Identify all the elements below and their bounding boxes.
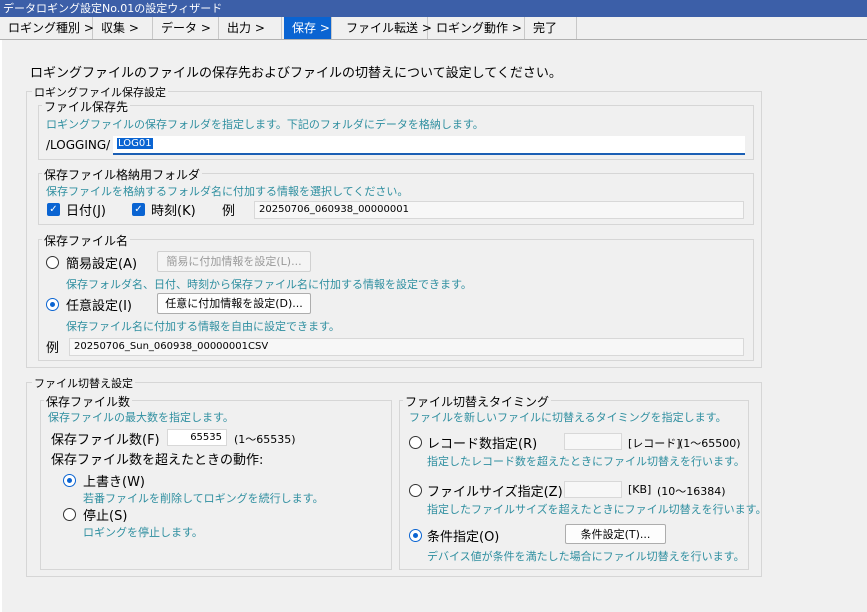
filename-example-field: 20250706_Sun_060938_00000001CSV xyxy=(69,338,744,356)
folder-label: 保存ファイル格納用フォルダ xyxy=(42,166,203,183)
page-heading: ロギングファイルのファイルの保存先およびファイルの切替えについて設定してください… xyxy=(30,66,562,81)
exceed-label: 保存ファイル数を超えたときの動作: xyxy=(51,453,264,468)
custom-radio[interactable] xyxy=(46,298,59,311)
stop-radio[interactable] xyxy=(63,508,76,521)
custom-hint: 保存ファイル名に付加する情報を自由に設定できます。 xyxy=(66,320,340,333)
tab-logging-type[interactable]: ロギング種別 > xyxy=(0,17,94,39)
date-checkbox[interactable]: ✓ xyxy=(47,203,60,216)
count-label: 保存ファイル数 xyxy=(44,393,133,410)
size-radio[interactable] xyxy=(409,484,422,497)
count-hint: 保存ファイルの最大数を指定します。 xyxy=(48,411,234,424)
folder-hint: 保存ファイルを格納するフォルダ名に付加する情報を選択してください。 xyxy=(46,185,409,198)
count-field-label: 保存ファイル数(F) xyxy=(51,433,160,448)
condition-settings-button[interactable]: 条件設定(T)... xyxy=(565,524,666,544)
filename-example-label: 例 xyxy=(46,341,60,356)
records-unit: [レコード] xyxy=(628,437,681,450)
overwrite-hint: 若番ファイルを削除してロギングを続行します。 xyxy=(83,492,324,505)
tab-file-transfer[interactable]: ファイル転送 > xyxy=(338,17,432,39)
stop-hint: ロギングを停止します。 xyxy=(83,526,203,539)
overwrite-radio[interactable] xyxy=(63,474,76,487)
timing-label: ファイル切替えタイミング xyxy=(403,393,552,410)
time-checkbox[interactable]: ✓ xyxy=(132,203,145,216)
size-label: ファイルサイズ指定(Z) xyxy=(427,485,563,500)
tab-data[interactable]: データ > xyxy=(153,17,219,39)
dest-prefix: /LOGGING/ xyxy=(46,138,111,152)
folder-example-label: 例 xyxy=(222,204,236,219)
timing-hint: ファイルを新しいファイルに切替えるタイミングを指定します。 xyxy=(409,411,727,424)
overwrite-label: 上書き(W) xyxy=(83,475,145,490)
records-radio[interactable] xyxy=(409,436,422,449)
count-range: (1〜65535) xyxy=(234,433,296,446)
stop-label: 停止(S) xyxy=(83,509,128,524)
simple-settings-button[interactable]: 簡易に付加情報を設定(L)... xyxy=(157,251,311,272)
window-title: データロギング設定No.01の設定ウィザード xyxy=(0,0,867,17)
dest-folder-input[interactable]: LOG01 xyxy=(113,136,745,155)
size-range: (10〜16384) xyxy=(657,485,726,498)
tab-finish[interactable]: 完了 xyxy=(525,17,577,39)
switch-settings-label: ファイル切替え設定 xyxy=(32,375,135,391)
size-input[interactable] xyxy=(564,481,622,498)
wizard-tabs: ロギング種別 > 収集 > データ > 出力 > 保存 > ファイル転送 > ロ… xyxy=(0,17,867,40)
records-range: (1〜65500) xyxy=(679,437,741,450)
tab-collection[interactable]: 収集 > xyxy=(93,17,153,39)
dest-folder-value: LOG01 xyxy=(117,138,153,149)
tab-logging-action[interactable]: ロギング動作 > xyxy=(428,17,525,39)
condition-radio[interactable] xyxy=(409,529,422,542)
count-input[interactable]: 65535 xyxy=(167,429,227,446)
simple-radio-label: 簡易設定(A) xyxy=(66,257,138,272)
records-label: レコード数指定(R) xyxy=(427,437,538,452)
condition-hint: デバイス値が条件を満たした場合にファイル切替えを行います。 xyxy=(427,550,745,563)
time-checkbox-label: 時刻(K) xyxy=(151,204,196,219)
size-hint: 指定したファイルサイズを超えたときにファイル切替えを行います。 xyxy=(427,503,767,516)
folder-example-field: 20250706_060938_00000001 xyxy=(254,201,744,219)
checkmark-icon: ✓ xyxy=(134,204,143,215)
condition-label: 条件指定(O) xyxy=(427,530,500,545)
records-input[interactable] xyxy=(564,433,622,450)
dest-hint: ロギングファイルの保存フォルダを指定します。下記のフォルダにデータを格納します。 xyxy=(46,118,484,131)
checkmark-icon: ✓ xyxy=(49,204,58,215)
filename-label: 保存ファイル名 xyxy=(42,232,131,249)
records-hint: 指定したレコード数を超えたときにファイル切替えを行います。 xyxy=(427,455,745,468)
custom-radio-label: 任意設定(I) xyxy=(66,299,132,314)
tab-output[interactable]: 出力 > xyxy=(219,17,282,39)
tab-save[interactable]: 保存 > xyxy=(284,17,332,39)
date-checkbox-label: 日付(J) xyxy=(66,204,106,219)
simple-radio[interactable] xyxy=(46,256,59,269)
simple-hint: 保存フォルダ名、日付、時刻から保存ファイル名に付加する情報を設定できます。 xyxy=(66,278,472,291)
size-unit: [KB] xyxy=(628,483,652,496)
left-edge xyxy=(0,40,2,612)
custom-settings-button[interactable]: 任意に付加情報を設定(D)... xyxy=(157,293,311,314)
dest-label: ファイル保存先 xyxy=(42,98,131,115)
